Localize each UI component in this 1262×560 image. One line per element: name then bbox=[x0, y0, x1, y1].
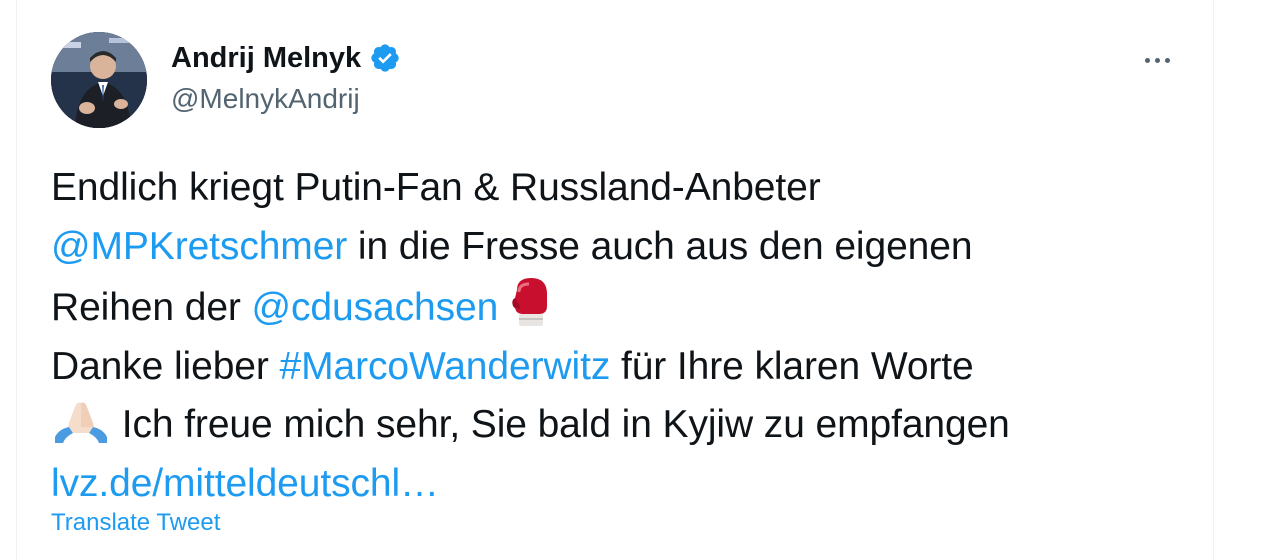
more-options-button[interactable] bbox=[1137, 48, 1177, 72]
external-link[interactable]: lvz.de/mitteldeutschl… bbox=[51, 462, 439, 505]
hashtag-link[interactable]: #MarcoWanderwitz bbox=[280, 345, 611, 388]
tweet-card: Andrij Melnyk @MelnykAndrij Endlich krie… bbox=[16, 0, 1214, 560]
avatar-photo bbox=[51, 32, 147, 128]
tweet-text-segment: Endlich kriegt Putin-Fan & Russland-Anbe… bbox=[51, 166, 821, 209]
tweet-text-segment: Ich freue mich sehr, Sie bald in Kyjiw z… bbox=[111, 403, 1010, 446]
author-display-name[interactable]: Andrij Melnyk bbox=[171, 40, 361, 76]
mention-link[interactable]: @cdusachsen bbox=[252, 286, 499, 329]
folded-hands-icon bbox=[51, 397, 111, 445]
tweet-line: Endlich kriegt Putin-Fan & Russland-Anbe… bbox=[51, 159, 1191, 218]
tweet-text-segment: in die Fresse auch aus den eigenen bbox=[347, 224, 973, 268]
translate-tweet-link[interactable]: Translate Tweet bbox=[51, 508, 220, 538]
tweet-line: Ich freue mich sehr, Sie bald in Kyjiw z… bbox=[51, 396, 1191, 455]
mention-link[interactable]: @MPKretschmer bbox=[51, 225, 347, 268]
author-name-row[interactable]: Andrij Melnyk bbox=[171, 40, 401, 76]
verified-badge-icon bbox=[369, 42, 401, 74]
tweet-line: Reihen der @cdusachsen bbox=[51, 276, 1191, 338]
more-dot-icon bbox=[1154, 57, 1160, 63]
boxing-glove-icon bbox=[509, 276, 553, 328]
tweet-text-segment: für Ihre klaren Worte bbox=[610, 344, 974, 388]
more-dot-icon bbox=[1164, 57, 1170, 63]
tweet-line: Danke lieber #MarcoWanderwitz für Ihre k… bbox=[51, 338, 1191, 397]
avatar[interactable] bbox=[51, 32, 147, 128]
more-dot-icon bbox=[1144, 57, 1150, 63]
author-handle[interactable]: @MelnykAndrij bbox=[171, 82, 360, 116]
tweet-line: lvz.de/mitteldeutschl… bbox=[51, 455, 1191, 514]
tweet-text: Endlich kriegt Putin-Fan & Russland-Anbe… bbox=[51, 159, 1191, 513]
tweet-text-segment: Danke lieber bbox=[51, 344, 280, 388]
tweet-line: @MPKretschmer in die Fresse auch aus den… bbox=[51, 218, 1191, 277]
tweet-text-segment: Reihen der bbox=[51, 286, 252, 329]
